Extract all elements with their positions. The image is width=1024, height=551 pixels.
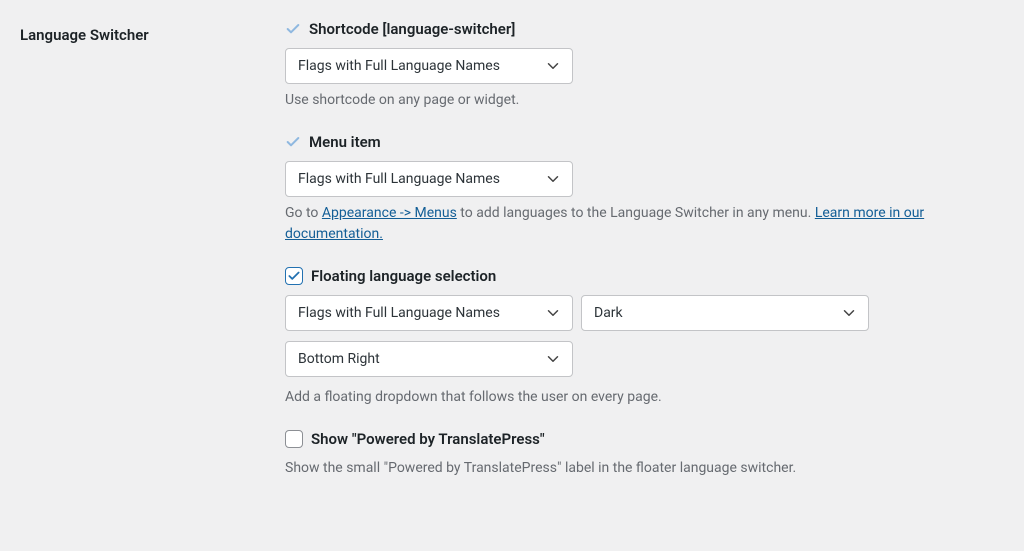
powered-by-label: Show "Powered by TranslatePress" [311, 430, 545, 448]
section-title: Language Switcher [20, 26, 265, 44]
chevron-down-icon [544, 350, 562, 368]
select-value: Flags with Full Language Names [298, 171, 500, 187]
select-value: Flags with Full Language Names [298, 305, 500, 321]
select-value: Dark [594, 305, 623, 321]
check-icon [285, 21, 301, 37]
powered-by-checkbox[interactable] [285, 430, 303, 448]
floating-checkbox[interactable] [285, 267, 303, 285]
powered-by-desc: Show the small "Powered by TranslatePres… [285, 458, 1004, 479]
floating-block: Floating language selection Flags with F… [285, 267, 1004, 408]
menu-item-label: Menu item [309, 133, 381, 151]
floating-style-select[interactable]: Flags with Full Language Names [285, 295, 573, 331]
shortcode-desc: Use shortcode on any page or widget. [285, 90, 1004, 111]
shortcode-label: Shortcode [language-switcher] [309, 20, 515, 38]
chevron-down-icon [544, 304, 562, 322]
shortcode-style-select[interactable]: Flags with Full Language Names [285, 48, 573, 84]
menu-item-style-select[interactable]: Flags with Full Language Names [285, 161, 573, 197]
select-value: Bottom Right [298, 351, 380, 367]
chevron-down-icon [840, 304, 858, 322]
floating-theme-select[interactable]: Dark [581, 295, 869, 331]
chevron-down-icon [544, 57, 562, 75]
chevron-down-icon [544, 170, 562, 188]
floating-desc: Add a floating dropdown that follows the… [285, 387, 1004, 408]
menu-item-desc: Go to Appearance -> Menus to add languag… [285, 203, 1004, 245]
powered-by-block: Show "Powered by TranslatePress" Show th… [285, 430, 1004, 479]
select-value: Flags with Full Language Names [298, 58, 500, 74]
appearance-menus-link[interactable]: Appearance -> Menus [322, 205, 457, 221]
floating-label: Floating language selection [311, 267, 496, 285]
shortcode-block: Shortcode [language-switcher] Flags with… [285, 20, 1004, 111]
floating-position-select[interactable]: Bottom Right [285, 341, 573, 377]
check-icon [285, 134, 301, 150]
menu-item-block: Menu item Flags with Full Language Names… [285, 133, 1004, 245]
